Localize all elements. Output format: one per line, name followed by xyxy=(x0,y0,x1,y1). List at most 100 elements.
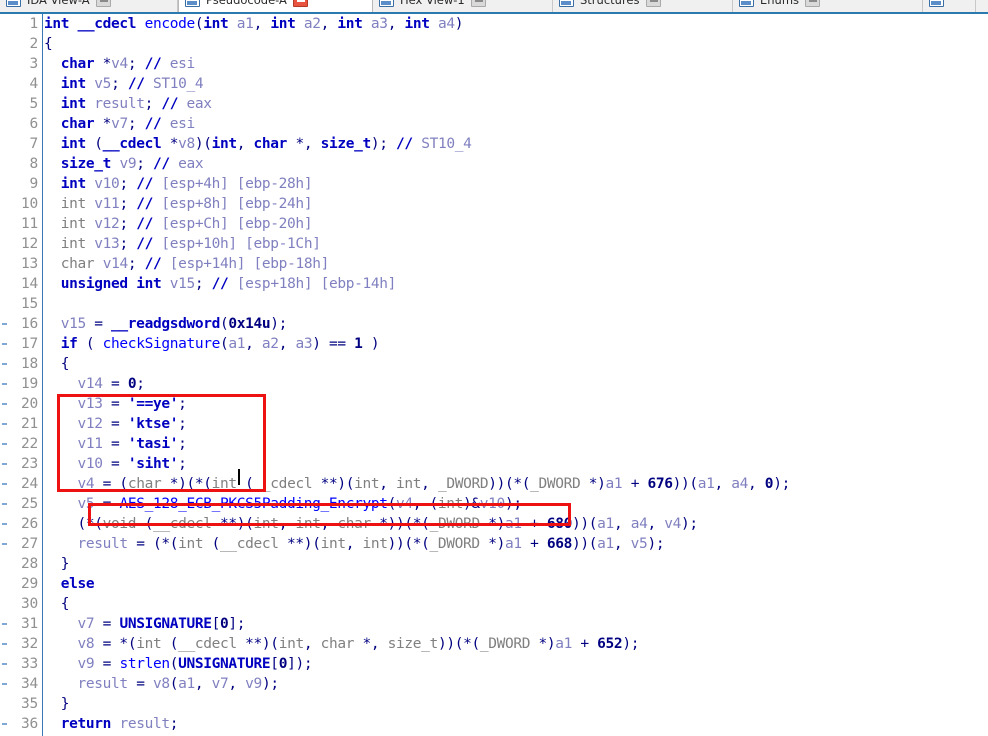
code-line[interactable]: 31 v7 = UNSIGNATURE[0]; xyxy=(0,614,988,634)
code-token: 'tasi' xyxy=(127,436,179,452)
code-line[interactable]: 5 int result; // eax xyxy=(0,94,988,114)
code-line[interactable]: 17 if ( checkSignature(a1, a2, a3) == 1 … xyxy=(0,334,988,354)
code-token: ); xyxy=(261,676,279,692)
code-token: ); xyxy=(270,316,288,332)
code-line[interactable]: 9 int v10; // [esp+4h] [ebp-28h] xyxy=(0,174,988,194)
code-token: ))( xyxy=(572,516,598,532)
code-line[interactable]: 28 } xyxy=(0,554,988,574)
code-line[interactable]: 25 v5 = AES_128_ECB_PKCS5Padding_Encrypt… xyxy=(0,494,988,514)
code-token: } xyxy=(44,696,70,712)
code-token: __cdecl xyxy=(178,636,237,652)
code-token: int xyxy=(362,536,388,552)
code-line[interactable]: 10 int v11; // [esp+8h] [ebp-24h] xyxy=(0,194,988,214)
code-token: 680 xyxy=(546,516,573,532)
code-line[interactable]: 12 int v13; // [esp+10h] [ebp-1Ch] xyxy=(0,234,988,254)
code-line[interactable]: 20 v13 = '==ye'; xyxy=(0,394,988,414)
code-token: // xyxy=(161,96,179,112)
code-token: v4 xyxy=(111,56,128,72)
code-line[interactable]: 19 v14 = 0; xyxy=(0,374,988,394)
code-line-text: int v12; // [esp+Ch] [ebp-20h] xyxy=(44,214,313,234)
code-token: ; xyxy=(136,156,153,172)
code-token: a4 xyxy=(731,476,749,492)
structures-icon xyxy=(559,0,574,7)
line-number: 17 xyxy=(20,336,38,352)
code-token: 0 xyxy=(764,476,774,492)
code-token: )& xyxy=(463,496,480,512)
code-line[interactable]: 11 int v12; // [esp+Ch] [ebp-20h] xyxy=(0,214,988,234)
code-line[interactable]: 26 (*(void (__cdecl **)(int, int, char *… xyxy=(0,514,988,534)
close-icon[interactable] xyxy=(470,0,486,7)
view-tab-label: Pseudocode-A xyxy=(206,0,287,7)
code-line[interactable]: 30 { xyxy=(0,594,988,614)
code-line[interactable]: 29 else xyxy=(0,574,988,594)
code-line[interactable]: 6 char *v7; // esi xyxy=(0,114,988,134)
code-line[interactable]: 22 v11 = 'tasi'; xyxy=(0,434,988,454)
code-line-text: size_t v9; // eax xyxy=(44,154,204,174)
code-line[interactable]: 33 v9 = strlen(UNSIGNATURE[0]); xyxy=(0,654,988,674)
code-line-text: int __cdecl encode(int a1, int a2, int a… xyxy=(44,14,464,34)
code-token: [esp+10h] [ebp-1Ch] xyxy=(161,236,321,252)
code-token: result xyxy=(77,676,129,692)
code-line-text: { xyxy=(44,34,53,54)
code-line[interactable]: 24 v4 = (char *)(*(int (__cdecl **)(int,… xyxy=(0,474,988,494)
code-line[interactable]: 14 unsigned int v15; // [esp+18h] [ebp-1… xyxy=(0,274,988,294)
code-token: ]); xyxy=(287,656,313,672)
code-line[interactable]: 21 v12 = 'ktse'; xyxy=(0,414,988,434)
code-line[interactable]: 3 char *v4; // esi xyxy=(0,54,988,74)
enums-icon xyxy=(739,0,754,7)
code-token: 676 xyxy=(647,476,673,492)
close-icon[interactable] xyxy=(645,0,661,7)
line-number: 25 xyxy=(20,496,38,512)
code-token: v7 xyxy=(77,616,95,632)
code-line[interactable]: 13 char v14; // [esp+14h] [ebp-18h] xyxy=(0,254,988,274)
code-line[interactable]: 27 result = (*(int (__cdecl **)(int, int… xyxy=(0,534,988,554)
close-icon-red[interactable] xyxy=(292,0,308,7)
code-line[interactable]: 1 int __cdecl encode(int a1, int a2, int … xyxy=(0,14,988,34)
code-token: ; xyxy=(169,716,179,732)
code-token: UNSIGNATURE xyxy=(178,656,271,672)
code-line[interactable]: 15 xyxy=(0,294,988,314)
code-token: ]; xyxy=(228,616,246,632)
code-token: a1 xyxy=(597,536,614,552)
code-line[interactable]: 23 v10 = 'siht'; xyxy=(0,454,988,474)
code-token: int xyxy=(337,16,363,32)
code-line[interactable]: 32 v8 = *(int (__cdecl **)(int, char *, … xyxy=(0,634,988,654)
code-line[interactable]: 35 } xyxy=(0,694,988,714)
code-line[interactable]: 16 v15 = __readgsdword(0x14u); xyxy=(0,314,988,334)
code-token: ( xyxy=(136,516,154,532)
code-token: } xyxy=(44,556,70,572)
ida-view-icon xyxy=(6,0,21,7)
code-line-text: unsigned int v15; // [esp+18h] [ebp-14h] xyxy=(44,274,397,294)
line-number: 32 xyxy=(20,636,38,652)
code-token: { xyxy=(44,36,53,52)
code-line[interactable]: 34 result = v8(a1, v7, v9); xyxy=(0,674,988,694)
code-line[interactable]: 18 { xyxy=(0,354,988,374)
code-token: + xyxy=(572,636,598,652)
code-line-text: } xyxy=(44,554,70,574)
code-token: ); xyxy=(773,476,790,492)
code-token: v13 xyxy=(77,396,103,412)
code-line[interactable]: 2{ xyxy=(0,34,988,54)
code-line[interactable]: 8 size_t v9; // eax xyxy=(0,154,988,174)
code-token: ))(*( xyxy=(387,536,430,552)
pseudocode-editor[interactable]: 1 int __cdecl encode(int a1, int a2, int … xyxy=(0,14,988,736)
code-line[interactable]: 4 int v5; // ST10_4 xyxy=(0,74,988,94)
code-line[interactable]: 7 int (__cdecl *v8)(int, char *, size_t)… xyxy=(0,134,988,154)
code-line[interactable]: 36 return result; xyxy=(0,714,988,734)
close-icon[interactable] xyxy=(95,0,111,7)
close-icon[interactable] xyxy=(805,0,821,7)
code-token: int xyxy=(136,276,162,292)
code-line-text: int result; // eax xyxy=(44,94,212,114)
code-token: [esp+4h] [ebp-28h] xyxy=(161,176,313,192)
code-token: a4 xyxy=(630,516,648,532)
code-token: _DWORD xyxy=(437,476,489,492)
